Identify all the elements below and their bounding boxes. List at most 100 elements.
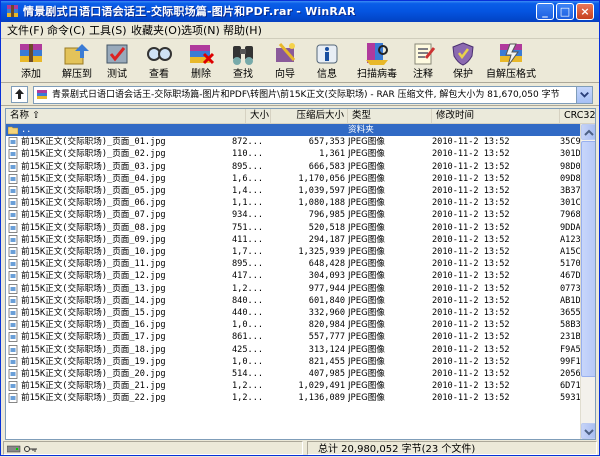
cell-modified: 2010-11-2 13:52 [432, 161, 510, 172]
cell-type: JPEG图像 [348, 173, 385, 184]
test-button[interactable]: 测试 [97, 40, 137, 82]
toolbar: 添加 解压到 测试 查看 删除 查找 向导 信息 扫描病毒 注释 保护 自解压格… [1, 39, 599, 83]
status-total: 总计 20,980,052 字节(23 个文件) [307, 441, 597, 455]
sfx-button[interactable]: 自解压格式 [485, 40, 537, 82]
cell-modified: 2010-11-2 13:52 [432, 259, 510, 270]
table-row[interactable]: 前15K正文(交际职场)_页面_07.jpg 934... 796,985 JPEG图… [6, 209, 595, 221]
table-row-parent[interactable]: .. 资料夹 [6, 124, 580, 137]
table-row[interactable]: 前15K正文(交际职场)_页面_20.jpg 514... 407,985 JPEG图… [6, 368, 595, 380]
table-row[interactable]: 前15K正文(交际职场)_页面_19.jpg 1,0... 821,455 JPEG图… [6, 356, 595, 368]
cell-size: 1,4... [232, 186, 264, 196]
cell-modified: 2010-11-2 13:52 [432, 149, 510, 160]
column-crc[interactable]: CRC32 [560, 109, 595, 124]
vertical-scrollbar[interactable] [580, 124, 595, 439]
column-name[interactable]: 名称 ⇧ [6, 109, 246, 124]
cell-type: JPEG图像 [348, 381, 385, 392]
cell-type: JPEG图像 [348, 320, 385, 331]
cell-type: JPEG图像 [348, 247, 385, 257]
wizard-button[interactable]: 向导 [265, 40, 305, 82]
status-bar: 总计 20,980,052 字节(23 个文件) [1, 440, 599, 456]
table-row[interactable]: 前15K正文(交际职场)_页面_21.jpg 1,2... 1,029,491 JPE… [6, 380, 595, 392]
table-row[interactable]: 前15K正文(交际职场)_页面_02.jpg 110... 1,361 JPEG图像 2… [6, 148, 595, 160]
virus-scan-button[interactable]: 扫描病毒 [353, 40, 401, 82]
table-row[interactable]: 前15K正文(交际职场)_页面_14.jpg 840... 601,840 JPEG图… [6, 295, 595, 307]
archive-icon [37, 90, 47, 99]
image-file-icon [8, 308, 18, 318]
cell-packed: 1,136,089 [298, 393, 345, 404]
cell-modified: 2010-11-2 13:52 [432, 356, 510, 367]
table-row[interactable]: 前15K正文(交际职场)_页面_09.jpg 411... 294,187 JPEG图… [6, 234, 595, 246]
cell-packed: 1,325,939 [298, 247, 345, 257]
table-row[interactable]: 前15K正文(交际职场)_页面_10.jpg 1,7... 1,325,939 JPE… [6, 246, 595, 258]
up-folder-button[interactable] [11, 86, 28, 103]
close-button[interactable]: × [576, 3, 594, 20]
menu-help[interactable]: 帮助(H) [223, 22, 262, 39]
add-button[interactable]: 添加 [11, 40, 51, 82]
cell-packed: 796,985 [308, 210, 345, 221]
table-row[interactable]: 前15K正文(交际职场)_页面_08.jpg 751... 520,518 JPEG图… [6, 222, 595, 234]
menu-tools[interactable]: 工具(S) [89, 22, 127, 39]
info-button[interactable]: 信息 [307, 40, 347, 82]
view-icon [147, 47, 172, 61]
cell-name: 前15K正文(交际职场)_页面_04.jpg [21, 173, 166, 184]
maximize-button[interactable]: □ [556, 3, 574, 20]
cell-size: 110... [232, 149, 264, 160]
delete-button[interactable]: 删除 [181, 40, 221, 82]
cell-modified: 2010-11-2 13:52 [432, 308, 510, 318]
cell-packed: 1,170,056 [298, 173, 345, 184]
cell-type: JPEG图像 [348, 186, 385, 196]
cell-name: 前15K正文(交际职场)_页面_06.jpg [21, 198, 166, 209]
cell-size: 1,0... [232, 320, 264, 331]
path-combobox[interactable]: 青景剧式日语口语会话王-交际职场篇-图片和PDF\转图片\前15K正文(交际职场… [33, 86, 593, 104]
table-row[interactable]: 前15K正文(交际职场)_页面_18.jpg 425... 313,124 JPEG图… [6, 344, 595, 356]
table-row[interactable]: 前15K正文(交际职场)_页面_12.jpg 417... 304,093 JPEG图… [6, 270, 595, 282]
image-file-icon [8, 344, 18, 355]
title-bar[interactable]: 情景剧式日语口语会话王-交际职场篇-图片和PDF.rar - WinRAR _ … [1, 1, 599, 22]
table-row[interactable]: 前15K正文(交际职场)_页面_22.jpg 1,2... 1,136,089 JPE… [6, 392, 595, 404]
table-row[interactable]: 前15K正文(交际职场)_页面_13.jpg 1,2... 977,944 JPEG图… [6, 283, 595, 295]
menu-commands[interactable]: 命令(C) [47, 22, 85, 39]
image-file-icon [8, 234, 18, 245]
table-row[interactable]: 前15K正文(交际职场)_页面_16.jpg 1,0... 820,984 JPEG图… [6, 319, 595, 331]
cell-modified: 2010-11-2 13:52 [432, 173, 510, 184]
cell-name: 前15K正文(交际职场)_页面_07.jpg [21, 210, 166, 221]
table-row[interactable]: 前15K正文(交际职场)_页面_17.jpg 861... 557,777 JPEG图… [6, 331, 595, 343]
cell-size: 1,2... [232, 283, 264, 294]
table-row[interactable]: 前15K正文(交际职场)_页面_04.jpg 1,6... 1,170,056 JPE… [6, 173, 595, 185]
find-button[interactable]: 查找 [223, 40, 263, 82]
menu-favorites[interactable]: 收藏夹(O) [131, 22, 181, 39]
column-type[interactable]: 类型 [348, 109, 432, 124]
table-row[interactable]: 前15K正文(交际职场)_页面_01.jpg 872... 657,353 JPEG图… [6, 136, 595, 148]
view-button[interactable]: 查看 [139, 40, 179, 82]
cell-packed: 601,840 [308, 295, 345, 306]
cell-size: 1,0... [232, 356, 264, 367]
table-row[interactable]: 前15K正文(交际职场)_页面_06.jpg 1,1... 1,080,188 JPE… [6, 197, 595, 209]
cell-type: JPEG图像 [348, 344, 385, 355]
table-row[interactable]: 前15K正文(交际职场)_页面_15.jpg 440... 332,960 JPEG图… [6, 307, 595, 319]
protect-button[interactable]: 保护 [443, 40, 483, 82]
file-list[interactable]: 名称 ⇧ 大小 压缩后大小 类型 修改时间 CRC32 .. 资料夹 前15K正… [5, 108, 596, 440]
minimize-button[interactable]: _ [536, 3, 554, 20]
cell-size: 1,7... [232, 247, 264, 257]
cell-packed: 304,093 [308, 271, 345, 282]
table-row[interactable]: 前15K正文(交际职场)_页面_03.jpg 895... 666,583 JPEG图… [6, 161, 595, 173]
scroll-thumb[interactable] [581, 141, 595, 377]
column-modified[interactable]: 修改时间 [432, 109, 560, 124]
menu-file[interactable]: 文件(F) [7, 22, 44, 39]
column-packed[interactable]: 压缩后大小 [271, 109, 348, 124]
comment-button[interactable]: 注释 [403, 40, 443, 82]
table-row[interactable]: 前15K正文(交际职场)_页面_05.jpg 1,4... 1,039,597 JPE… [6, 185, 595, 197]
cell-type: JPEG图像 [348, 149, 385, 160]
menu-options[interactable]: 选项(N) [181, 22, 220, 39]
cell-name: 前15K正文(交际职场)_页面_18.jpg [21, 344, 166, 355]
cell-size: 895... [232, 259, 264, 270]
address-bar: 青景剧式日语口语会话王-交际职场篇-图片和PDF\转图片\前15K正文(交际职场… [1, 84, 599, 106]
cell-packed: 1,039,597 [298, 186, 345, 196]
extract-to-button[interactable]: 解压到 [57, 40, 97, 82]
path-dropdown-button[interactable] [576, 87, 592, 103]
table-row[interactable]: 前15K正文(交际职场)_页面_11.jpg 895... 648,428 JPEG图… [6, 258, 595, 270]
scroll-up-button[interactable] [581, 124, 595, 140]
column-size[interactable]: 大小 [246, 109, 271, 124]
scroll-down-button[interactable] [581, 423, 595, 439]
cell-name: 前15K正文(交际职场)_页面_08.jpg [21, 222, 166, 233]
